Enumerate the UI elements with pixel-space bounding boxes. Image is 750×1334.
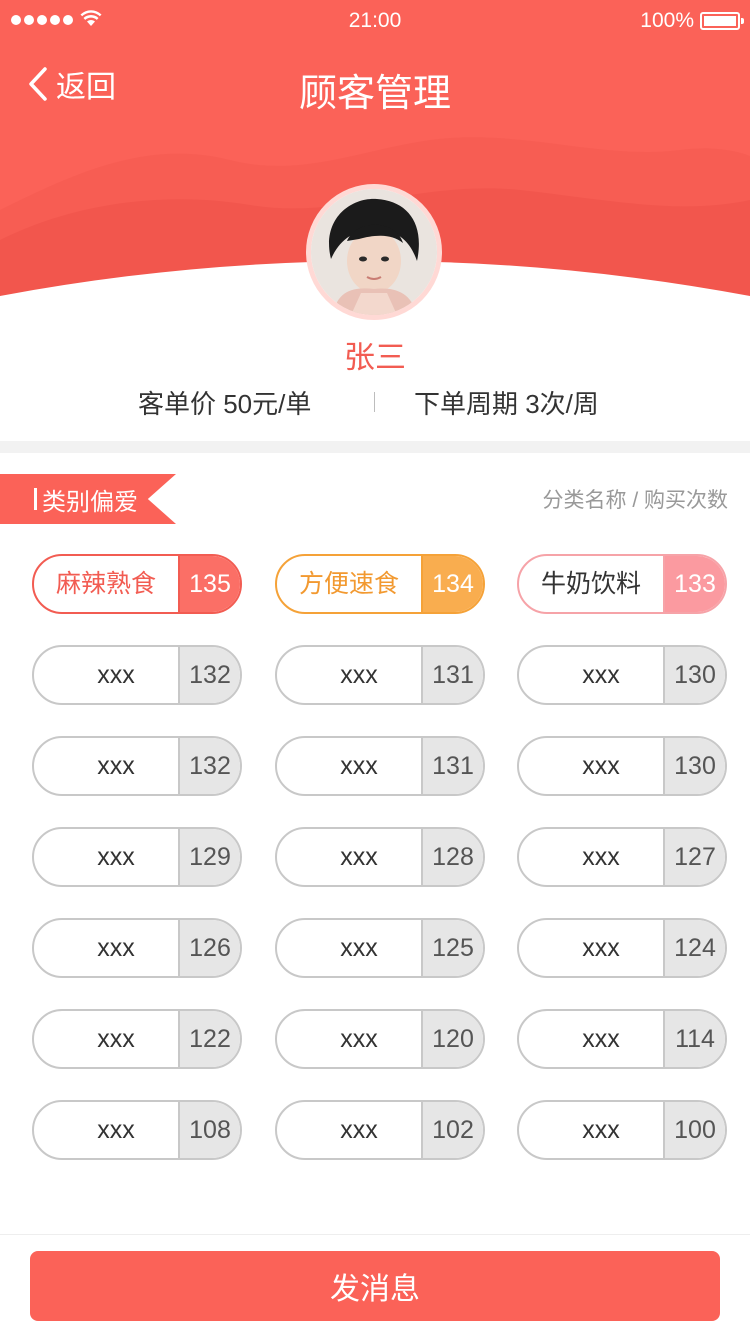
category-count: 131 (421, 738, 483, 794)
category-name: xxx (340, 661, 378, 689)
category-name: xxx (97, 661, 135, 689)
category-count: 127 (663, 829, 725, 885)
category-name: xxx (582, 934, 620, 962)
section-separator (0, 441, 750, 453)
category-name: xxx (97, 934, 135, 962)
category-count: 130 (663, 738, 725, 794)
status-time: 21:00 (348, 9, 402, 32)
category-name: xxx (582, 843, 620, 871)
avatar-portrait (311, 189, 437, 315)
category-pill[interactable]: xxx 102 (275, 1100, 485, 1160)
category-count: 102 (421, 1102, 483, 1158)
category-name: 麻辣熟食 (55, 570, 156, 598)
category-count: 131 (421, 647, 483, 703)
category-name: 方便速食 (298, 570, 399, 598)
category-pill[interactable]: xxx 100 (517, 1100, 727, 1160)
footer-divider (0, 1234, 750, 1235)
category-name: xxx (582, 1116, 620, 1144)
category-count: 108 (178, 1102, 240, 1158)
category-count: 125 (421, 920, 483, 976)
stat-divider (374, 392, 375, 412)
category-pill[interactable]: xxx 124 (517, 918, 727, 978)
category-count: 122 (178, 1011, 240, 1067)
customer-name: 张三 (344, 340, 406, 375)
category-count: 126 (178, 920, 240, 976)
category-name: xxx (97, 752, 135, 780)
category-pill[interactable]: xxx 108 (32, 1100, 242, 1160)
category-pill[interactable]: 麻辣熟食 135 (32, 554, 242, 614)
category-pill[interactable]: xxx 114 (517, 1009, 727, 1069)
category-name: xxx (582, 1025, 620, 1053)
category-count: 128 (421, 829, 483, 885)
category-pill[interactable]: xxx 126 (32, 918, 242, 978)
category-count: 133 (663, 556, 725, 612)
category-pill[interactable]: xxx 122 (32, 1009, 242, 1069)
battery-percentage: 100% (640, 9, 694, 32)
category-name: xxx (340, 1116, 378, 1144)
category-count: 134 (421, 556, 483, 612)
category-name: xxx (340, 752, 378, 780)
category-name: xxx (582, 661, 620, 689)
category-name: xxx (582, 752, 620, 780)
category-pill[interactable]: xxx 130 (517, 645, 727, 705)
category-pill[interactable]: xxx 125 (275, 918, 485, 978)
category-pill[interactable]: xxx 130 (517, 736, 727, 796)
category-pill[interactable]: 牛奶饮料 133 (517, 554, 727, 614)
order-cycle: 下单周期 3次/周 (414, 389, 599, 419)
status-bar: 21:00 100% (0, 0, 750, 40)
category-name: xxx (340, 1025, 378, 1053)
category-name: xxx (97, 843, 135, 871)
avatar (306, 184, 442, 320)
average-order-value: 客单价 50元/单 (138, 389, 312, 419)
category-name: xxx (97, 1116, 135, 1144)
category-count: 132 (178, 738, 240, 794)
category-pill[interactable]: xxx 132 (32, 645, 242, 705)
section-tag-label: 类别偏爱 (42, 488, 138, 516)
category-count: 114 (663, 1011, 725, 1067)
send-message-button[interactable]: 发消息 (30, 1251, 720, 1321)
page-title: 顾客管理 (298, 73, 451, 115)
category-pill[interactable]: xxx 132 (32, 736, 242, 796)
category-pill[interactable]: 方便速食 134 (275, 554, 485, 614)
category-count: 120 (421, 1011, 483, 1067)
battery-icon (700, 12, 744, 30)
section-tag: 类别偏爱 (0, 474, 176, 524)
category-pill[interactable]: xxx 128 (275, 827, 485, 887)
category-pill[interactable]: xxx 131 (275, 645, 485, 705)
category-pill[interactable]: xxx 131 (275, 736, 485, 796)
section-hint: 分类名称 / 购买次数 (542, 489, 728, 512)
category-count: 132 (178, 647, 240, 703)
category-pill[interactable]: xxx 127 (517, 827, 727, 887)
category-name: 牛奶饮料 (540, 570, 641, 598)
category-name: xxx (97, 1025, 135, 1053)
category-count: 100 (663, 1102, 725, 1158)
category-count: 124 (663, 920, 725, 976)
category-name: xxx (340, 934, 378, 962)
category-pill[interactable]: xxx 120 (275, 1009, 485, 1069)
category-name: xxx (340, 843, 378, 871)
category-count: 129 (178, 829, 240, 885)
category-pill[interactable]: xxx 129 (32, 827, 242, 887)
category-count: 135 (178, 556, 240, 612)
category-count: 130 (663, 647, 725, 703)
